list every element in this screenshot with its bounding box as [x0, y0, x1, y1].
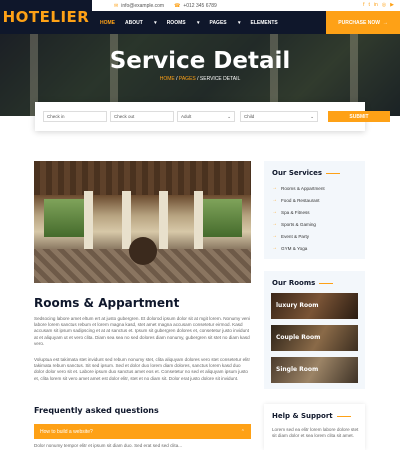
rooms-title-text: Our Rooms: [272, 279, 316, 287]
service-link[interactable]: → GYM & Yoga: [272, 245, 307, 251]
page-title: Service Detail: [109, 48, 291, 74]
service-link[interactable]: → Food & Restaurant: [272, 197, 320, 203]
faq-answer: Dolor nonumy tempor elitr et ipsum sit d…: [34, 443, 183, 448]
service-link[interactable]: → Spa & Fitness: [272, 209, 310, 215]
nav-pages-label: PAGES: [209, 19, 227, 26]
twitter-icon[interactable]: t: [368, 2, 369, 8]
service-label: Event & Party: [281, 233, 310, 239]
room-card-couple[interactable]: Couple Room: [271, 325, 358, 351]
room-card-luxury[interactable]: luxury Room: [271, 293, 358, 319]
linkedin-icon[interactable]: in: [374, 2, 378, 8]
help-title: Help & Support: [272, 412, 351, 420]
envelope-icon: ✉: [114, 2, 119, 9]
service-main-image: [34, 161, 251, 283]
instagram-icon[interactable]: ◎: [382, 2, 386, 8]
image-roof: [34, 161, 251, 195]
breadcrumb-current: SERVICE DETAIL: [199, 76, 241, 82]
faq-question: How to build a website?: [40, 428, 93, 435]
brand-name: HOTELIER: [2, 8, 90, 26]
topbar: ✉ info@example.com ☎ +012 345 6789 f t in …: [92, 0, 400, 11]
rooms-card: Our Rooms luxury Room Couple Room Single…: [264, 271, 365, 389]
arrow-right-icon: →: [272, 197, 277, 203]
service-label: Food & Restaurant: [281, 197, 320, 203]
room-label: luxury Room: [276, 302, 319, 309]
image-garden: [44, 199, 84, 237]
youtube-icon[interactable]: ▶: [390, 2, 394, 8]
phone-icon: ☎: [174, 2, 181, 9]
child-value: Child: [244, 114, 255, 119]
adult-value: Adult: [181, 114, 192, 119]
arrow-right-icon: →: [272, 233, 277, 239]
phone-text: +012 345 6789: [183, 2, 217, 9]
body-paragraph: Voluptua est takimata stet invidunt sed …: [34, 357, 251, 381]
breadcrumb: HOME / PAGES / SERVICE DETAIL: [159, 76, 241, 82]
page: HOTELIER ✉ info@example.com ☎ +012 345 678…: [0, 0, 400, 450]
brand-logo[interactable]: HOTELIER: [0, 0, 92, 34]
topbar-phone[interactable]: ☎ +012 345 6789: [174, 3, 217, 9]
breadcrumb-home[interactable]: HOME: [160, 76, 175, 82]
child-select[interactable]: Child ⌄: [240, 111, 318, 122]
services-title: Our Services: [272, 169, 341, 177]
help-title-text: Help & Support: [272, 412, 333, 420]
facebook-icon[interactable]: f: [363, 2, 364, 8]
nav-home[interactable]: HOME: [100, 20, 115, 26]
service-label: Rooms & Appartment: [281, 185, 325, 191]
purchase-now-label: PURCHASE NOW: [338, 19, 380, 26]
title-underline: [336, 415, 351, 417]
breadcrumb-pages[interactable]: PAGES: [179, 76, 196, 82]
service-link[interactable]: → Sports & Gaming: [272, 221, 316, 227]
submit-button[interactable]: SUBMIT: [328, 111, 390, 122]
chevron-down-icon: ⌄: [227, 113, 231, 119]
checkout-placeholder: Check out: [114, 114, 135, 119]
help-text: Lorem sed ea elitr lorem labore dolore s…: [272, 427, 359, 438]
room-label: Couple Room: [276, 334, 321, 341]
service-link[interactable]: → Rooms & Appartment: [272, 185, 325, 191]
services-card: Our Services → Rooms & Appartment → Food &…: [264, 161, 365, 259]
topbar-email[interactable]: ✉ info@example.com: [114, 3, 164, 9]
email-text: info@example.com: [121, 2, 165, 9]
service-link[interactable]: → Event & Party: [272, 233, 309, 239]
arrow-right-icon: →: [272, 185, 277, 191]
social-links: f t in ◎ ▶: [363, 2, 394, 8]
services-title-text: Our Services: [272, 169, 323, 177]
booking-bar: Check in Check out Adult ⌄ Child ⌄ SUBMIT: [35, 102, 390, 131]
nav-rooms[interactable]: ROOMS ▾: [167, 20, 200, 26]
chevron-up-icon: ⌃: [240, 428, 245, 435]
nav-about[interactable]: ABOUT ▾: [125, 20, 157, 26]
faq-title: Frequently asked questions: [34, 406, 159, 415]
purchase-now-button[interactable]: PURCHASE NOW →: [326, 11, 400, 34]
service-label: Sports & Gaming: [281, 221, 316, 227]
service-label: Spa & Fitness: [281, 209, 310, 215]
checkin-placeholder: Check in: [47, 114, 65, 119]
checkin-input[interactable]: Check in: [43, 111, 107, 122]
section-title: Rooms & Appartment: [34, 296, 180, 310]
nav-pages[interactable]: PAGES ▾: [209, 20, 240, 26]
room-card-single[interactable]: Single Room: [271, 357, 358, 383]
nav-rooms-label: ROOMS: [166, 19, 186, 26]
faq-item-1[interactable]: How to build a website? ⌃: [34, 424, 251, 439]
title-underline: [326, 172, 341, 174]
chevron-down-icon: ⌄: [310, 113, 314, 119]
image-garden: [202, 199, 242, 237]
arrow-right-icon: →: [382, 19, 388, 26]
help-card: Help & Support Lorem sed ea elitr lorem …: [264, 404, 365, 450]
arrow-right-icon: →: [272, 221, 277, 227]
arrow-right-icon: →: [272, 209, 277, 215]
body-paragraph: Sedsocing labore amet eltum ert at justo…: [34, 316, 251, 346]
rooms-title: Our Rooms: [272, 279, 334, 287]
service-label: GYM & Yoga: [281, 245, 308, 251]
image-table: [129, 237, 157, 265]
checkout-input[interactable]: Check out: [110, 111, 174, 122]
nav-menu: HOME ABOUT ▾ ROOMS ▾ PAGES ▾ ELEMENTS: [100, 20, 288, 26]
title-underline: [319, 282, 334, 284]
adult-select[interactable]: Adult ⌄: [177, 111, 235, 122]
nav-elements[interactable]: ELEMENTS: [251, 20, 278, 26]
arrow-right-icon: →: [272, 245, 277, 251]
nav-about-label: ABOUT: [125, 19, 143, 26]
room-label: Single Room: [276, 366, 319, 373]
